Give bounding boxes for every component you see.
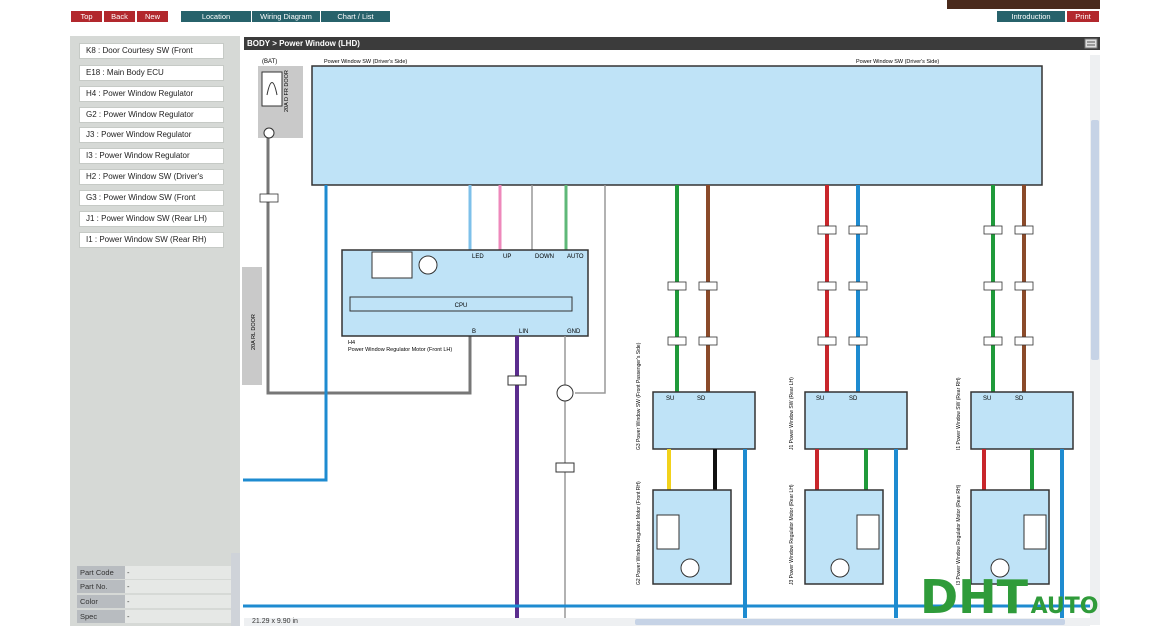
h4-col-down: DOWN bbox=[535, 254, 554, 260]
g3-label: G3 Power Window SW (Front Passenger's Si… bbox=[636, 342, 642, 450]
diagram-title: BODY > Power Window (LHD) bbox=[244, 37, 1100, 50]
wiring-diagram-button[interactable]: Wiring Diagram bbox=[252, 11, 320, 22]
g2-label: G2 Power Window Regulator Motor (Front R… bbox=[636, 481, 642, 585]
cpu-label: CPU bbox=[455, 303, 468, 309]
sidebar-item-g2[interactable]: G2 : Power Window Regulator bbox=[79, 107, 224, 123]
h4-pin-b: B bbox=[472, 329, 476, 335]
h4-pin-lin: LIN bbox=[519, 329, 528, 335]
part-no-label: Part No. bbox=[77, 580, 125, 593]
properties-scrollbar[interactable] bbox=[231, 553, 240, 626]
diagram-size-label: 21.29 x 9.90 in bbox=[252, 618, 298, 625]
j3-label: J3 Power Window Regulator Motor (Rear LH… bbox=[789, 484, 795, 585]
bat-label: (BAT) bbox=[262, 59, 277, 65]
j1-label: J1 Power Window SW (Rear LH) bbox=[789, 377, 795, 450]
h4-desc: Power Window Regulator Motor (Front LH) bbox=[348, 347, 452, 353]
h4-col-up: UP bbox=[503, 254, 511, 260]
fuse-label: 20A D FR DOOR bbox=[284, 70, 290, 112]
top-button[interactable]: Top bbox=[71, 11, 102, 22]
sidebar-item-k8[interactable]: K8 : Door Courtesy SW (Front bbox=[79, 43, 224, 59]
location-button[interactable]: Location bbox=[181, 11, 251, 22]
diagram-vertical-scroll-thumb[interactable] bbox=[1091, 120, 1099, 360]
pwsw-left-label: Power Window SW (Driver's Side) bbox=[324, 59, 407, 65]
i1-label: I1 Power Window SW (Rear RH) bbox=[956, 377, 962, 450]
driver-power-window-switch bbox=[311, 65, 1043, 186]
g3-sd: SD bbox=[697, 396, 706, 402]
print-button[interactable]: Print bbox=[1067, 11, 1099, 22]
sidebar-item-h4[interactable]: H4 : Power Window Regulator bbox=[79, 86, 224, 102]
color-label: Color bbox=[77, 595, 125, 608]
brand-logo: DHT AUTO bbox=[920, 570, 1099, 624]
spec-value: - bbox=[125, 610, 231, 623]
h4-col-auto: AUTO bbox=[567, 254, 584, 260]
back-button[interactable]: Back bbox=[104, 11, 135, 22]
part-no-value: - bbox=[125, 580, 231, 593]
chart-list-button[interactable]: Chart / List bbox=[321, 11, 390, 22]
h4-pin-gnd: GND bbox=[567, 329, 581, 335]
j1-sd: SD bbox=[849, 396, 858, 402]
sidebar-item-e18[interactable]: E18 : Main Body ECU bbox=[79, 65, 224, 81]
j1-su: SU bbox=[816, 396, 824, 402]
h4-col-led: LED bbox=[472, 254, 484, 260]
part-code-label: Part Code bbox=[77, 566, 125, 579]
parts-sidebar bbox=[70, 36, 240, 626]
pwsw-right-label: Power Window SW (Driver's Side) bbox=[856, 59, 939, 65]
i1-sd: SD bbox=[1015, 396, 1024, 402]
sidebar-item-j1[interactable]: J1 : Power Window SW (Rear LH) bbox=[79, 211, 224, 227]
sidebar-item-h2[interactable]: H2 : Power Window SW (Driver's bbox=[79, 169, 224, 185]
g3-su: SU bbox=[666, 396, 674, 402]
h4-name: H4 bbox=[348, 340, 355, 346]
sidebar-item-g3[interactable]: G3 : Power Window SW (Front bbox=[79, 190, 224, 206]
new-button[interactable]: New bbox=[137, 11, 168, 22]
sidebar-item-j3[interactable]: J3 : Power Window Regulator bbox=[79, 127, 224, 143]
i1-su: SU bbox=[983, 396, 991, 402]
diagram-menu-icon[interactable] bbox=[1083, 37, 1099, 50]
color-value: - bbox=[125, 595, 231, 608]
wiring-diagram: (BAT) 20A D FR DOOR 20A RL DOOR Power Wi… bbox=[240, 52, 1090, 618]
sidebar-item-i1[interactable]: I1 : Power Window SW (Rear RH) bbox=[79, 232, 224, 248]
header-brand-bar bbox=[947, 0, 1100, 9]
spec-label: Spec bbox=[77, 610, 125, 623]
part-code-value: - bbox=[125, 566, 231, 579]
sidebar-item-i3[interactable]: I3 : Power Window Regulator bbox=[79, 148, 224, 164]
introduction-button[interactable]: Introduction bbox=[997, 11, 1065, 22]
fuse2-label: 20A RL DOOR bbox=[251, 314, 257, 350]
